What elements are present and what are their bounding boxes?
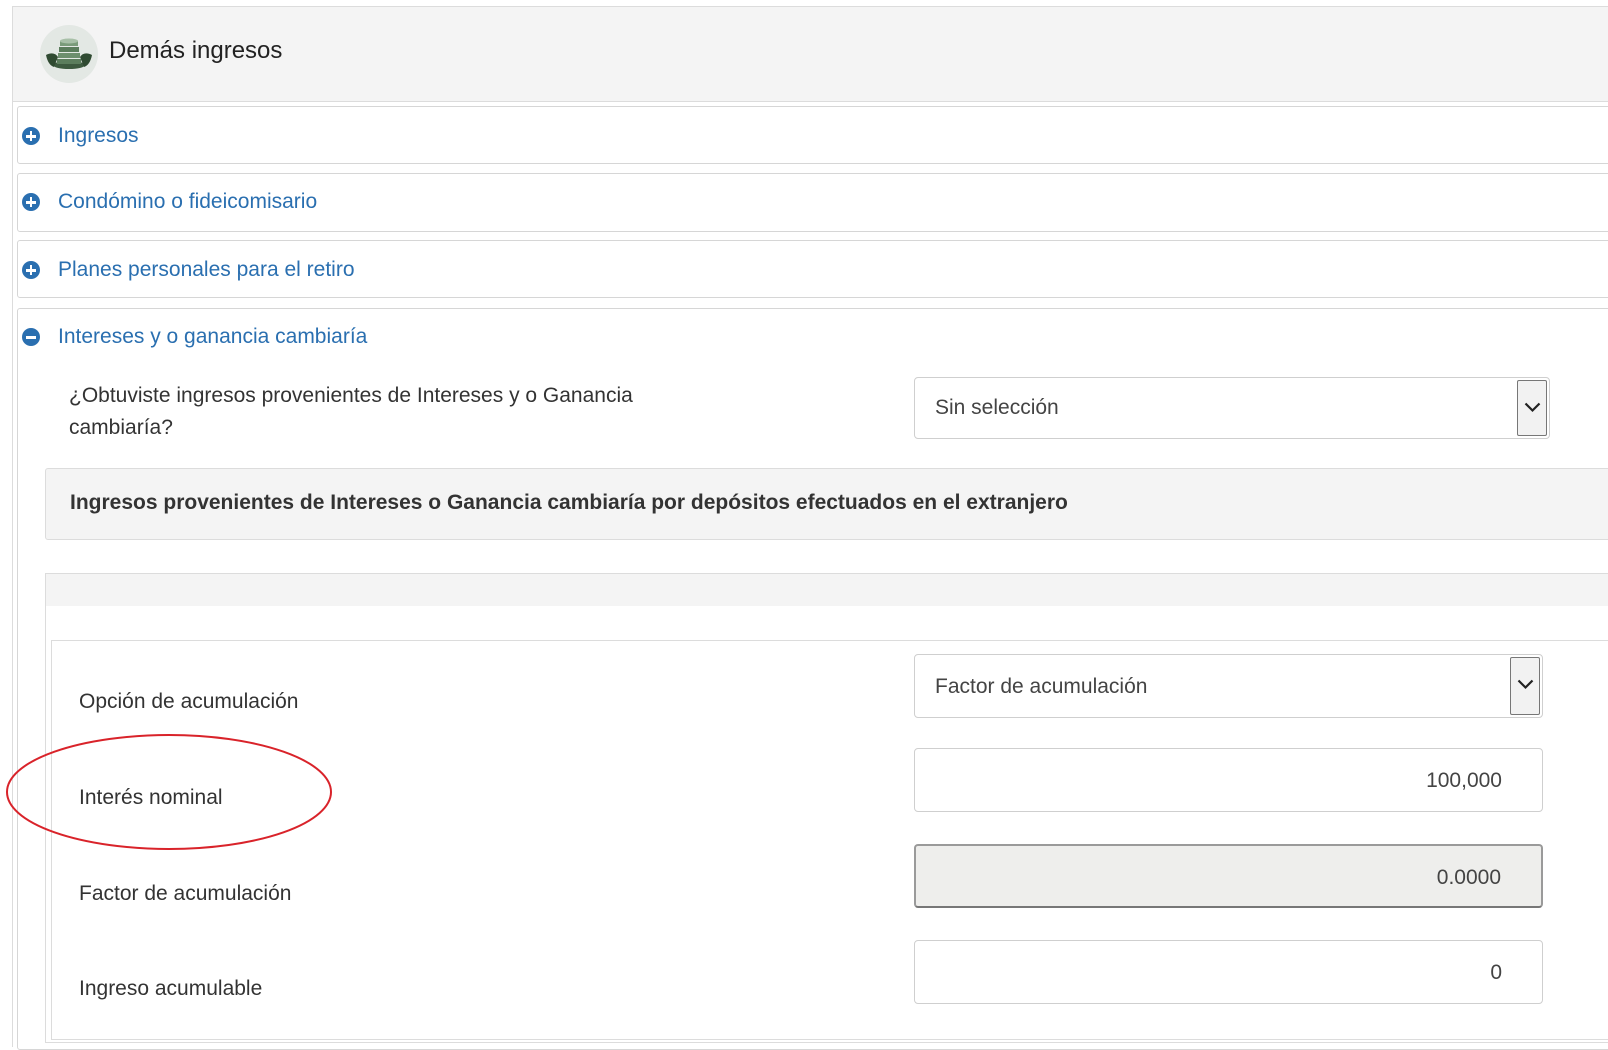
section-label: Intereses y o ganancia cambiaría [58, 325, 368, 348]
section-label: Ingresos [58, 124, 139, 147]
input-value: 100,000 [1426, 769, 1502, 792]
plus-circle-icon [22, 261, 40, 279]
plus-circle-icon [22, 127, 40, 145]
chevron-down-icon [1510, 657, 1540, 715]
section-toggle-condomino[interactable]: Condómino o fideicomisario [22, 190, 317, 214]
section-label: Condómino o fideicomisario [58, 190, 318, 213]
accumulable-income-input[interactable]: 0 [914, 940, 1543, 1004]
section-toggle-ingresos[interactable]: Ingresos [22, 124, 139, 148]
subsection-header: Ingresos provenientes de Intereses o Gan… [45, 468, 1608, 540]
accumulable-income-label: Ingreso acumulable [79, 977, 263, 1000]
nominal-interest-input[interactable]: 100,000 [914, 748, 1543, 812]
accumulation-option-label: Opción de acumulación [79, 690, 299, 713]
accumulation-factor-field: 0.0000 [914, 844, 1543, 908]
section-label: Planes personales para el retiro [58, 258, 355, 281]
minus-circle-icon [22, 328, 40, 346]
plus-circle-icon [22, 193, 40, 211]
subsection-title: Ingresos provenientes de Intereses o Gan… [70, 491, 1068, 514]
accumulation-factor-label: Factor de acumulación [79, 882, 292, 905]
section-toggle-planes-retiro[interactable]: Planes personales para el retiro [22, 258, 355, 282]
detail-header-band [46, 574, 1608, 606]
annotation-circle [6, 734, 332, 850]
section-ingresos [17, 106, 1608, 164]
question-label: ¿Obtuviste ingresos provenientes de Inte… [69, 384, 633, 439]
page-title: Demás ingresos [109, 37, 283, 64]
section-toggle-intereses[interactable]: Intereses y o ganancia cambiaría [22, 325, 367, 349]
select-value: Factor de acumulación [935, 675, 1148, 698]
input-value: 0 [1490, 961, 1502, 984]
input-value: 0.0000 [1436, 866, 1501, 889]
select-value: Sin selección [935, 396, 1059, 419]
accumulation-option-select[interactable]: Factor de acumulación [914, 654, 1543, 718]
question-select[interactable]: Sin selección [914, 377, 1550, 439]
coins-stack-icon [40, 25, 98, 83]
page-header: Demás ingresos [13, 7, 1608, 102]
chevron-down-icon [1517, 380, 1547, 436]
